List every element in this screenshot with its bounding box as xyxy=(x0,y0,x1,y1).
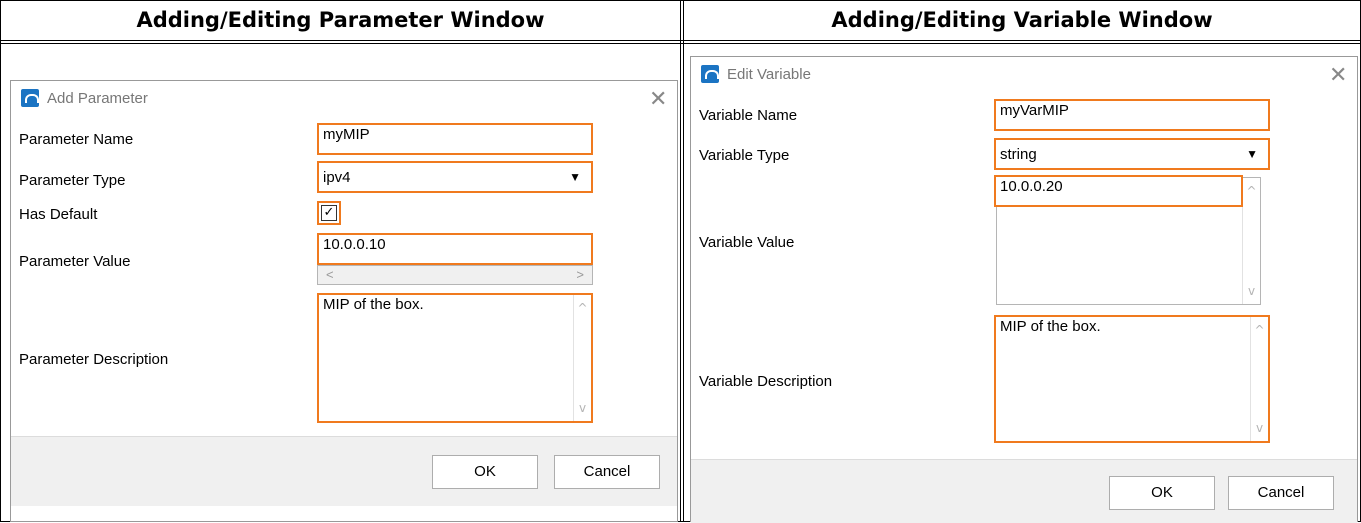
add-parameter-dialog: Add Parameter ✕ Parameter Name myMIP Par… xyxy=(10,80,678,522)
app-icon xyxy=(701,65,719,83)
has-default-checkbox[interactable]: ✓ xyxy=(317,201,341,225)
dialog-title: Edit Variable xyxy=(727,65,811,83)
parameter-type-select[interactable]: ipv4 ▼ xyxy=(317,161,593,193)
dialog-footer: OK Cancel xyxy=(11,436,677,506)
parameter-description-text: MIP of the box. xyxy=(323,296,424,313)
scroll-down-icon[interactable]: v xyxy=(1251,421,1268,435)
variable-description-text: MIP of the box. xyxy=(1000,318,1101,335)
parameter-type-label: Parameter Type xyxy=(19,172,126,189)
variable-name-input[interactable]: myVarMIP xyxy=(994,99,1270,131)
close-icon[interactable]: ✕ xyxy=(1329,65,1347,87)
header-divider xyxy=(0,40,1361,41)
app-icon xyxy=(21,89,39,107)
parameter-value-input[interactable]: 10.0.0.10 xyxy=(317,233,593,265)
scroll-down-icon[interactable]: v xyxy=(1243,284,1260,298)
scroll-up-icon[interactable]: ^ xyxy=(1251,323,1268,337)
vertical-scrollbar[interactable]: ^ v xyxy=(573,295,591,421)
cancel-button[interactable]: Cancel xyxy=(1228,476,1334,510)
variable-name-label: Variable Name xyxy=(699,107,798,124)
scroll-left-icon[interactable]: < xyxy=(326,267,334,282)
variable-description-textarea[interactable]: MIP of the box. ^ v xyxy=(994,315,1270,443)
dialog-titlebar: Add Parameter xyxy=(21,89,148,107)
variable-type-value: string xyxy=(1000,145,1037,163)
ok-button[interactable]: OK xyxy=(432,455,538,489)
vertical-scrollbar[interactable]: ^ v xyxy=(1242,178,1260,304)
parameter-name-label: Parameter Name xyxy=(19,131,134,148)
variable-value-label: Variable Value xyxy=(699,234,795,251)
ok-button[interactable]: OK xyxy=(1109,476,1215,510)
dialog-titlebar: Edit Variable xyxy=(701,65,811,83)
cancel-button[interactable]: Cancel xyxy=(554,455,660,489)
horizontal-scrollbar[interactable]: < > xyxy=(317,265,593,285)
column-divider-2 xyxy=(683,0,684,522)
dropdown-arrow-icon: ▼ xyxy=(569,170,581,184)
dropdown-arrow-icon: ▼ xyxy=(1246,147,1258,161)
variable-description-label: Variable Description xyxy=(699,373,833,390)
parameter-description-textarea[interactable]: MIP of the box. ^ v xyxy=(317,293,593,423)
variable-type-select[interactable]: string ▼ xyxy=(994,138,1270,170)
parameter-description-label: Parameter Description xyxy=(19,351,169,368)
edit-variable-dialog: Edit Variable ✕ Variable Name myVarMIP V… xyxy=(690,56,1358,523)
scroll-up-icon[interactable]: ^ xyxy=(574,301,591,315)
scroll-right-icon[interactable]: > xyxy=(576,267,584,282)
right-column-header: Adding/Editing Variable Window xyxy=(684,1,1360,40)
scroll-up-icon[interactable]: ^ xyxy=(1243,184,1260,198)
column-divider xyxy=(680,0,681,522)
dialog-footer: OK Cancel xyxy=(691,459,1357,523)
header-divider-2 xyxy=(0,43,1361,44)
vertical-scrollbar[interactable]: ^ v xyxy=(1250,317,1268,441)
checkmark-icon: ✓ xyxy=(321,205,337,221)
variable-type-label: Variable Type xyxy=(699,147,790,164)
parameter-value-label: Parameter Value xyxy=(19,253,131,270)
parameter-name-input[interactable]: myMIP xyxy=(317,123,593,155)
variable-value-input[interactable]: 10.0.0.20 xyxy=(994,175,1243,207)
close-icon[interactable]: ✕ xyxy=(649,89,667,111)
scroll-down-icon[interactable]: v xyxy=(574,401,591,415)
left-column-header: Adding/Editing Parameter Window xyxy=(1,1,680,40)
dialog-title: Add Parameter xyxy=(47,89,148,107)
has-default-label: Has Default xyxy=(19,206,98,223)
parameter-type-value: ipv4 xyxy=(323,168,351,186)
